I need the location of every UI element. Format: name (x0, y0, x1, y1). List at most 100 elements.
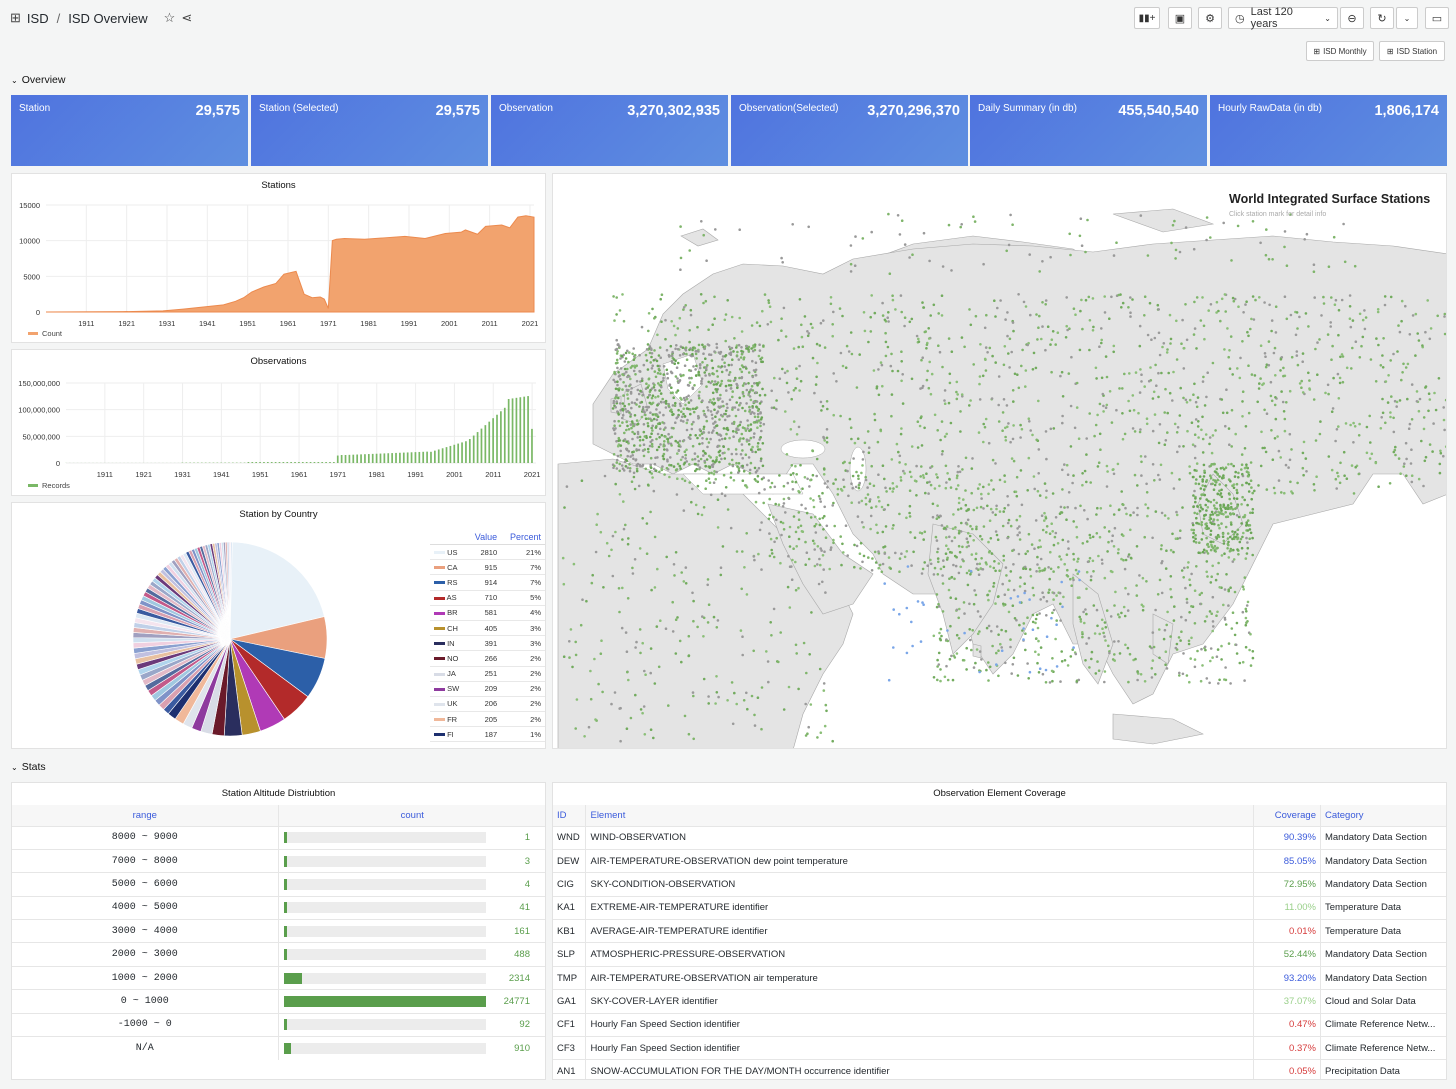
station-mark[interactable] (1388, 482, 1392, 485)
station-mark[interactable] (1222, 221, 1225, 225)
station-mark[interactable] (1249, 479, 1253, 483)
station-mark[interactable] (1013, 617, 1017, 620)
station-mark[interactable] (994, 361, 997, 364)
station-mark[interactable] (694, 352, 698, 356)
station-mark[interactable] (1076, 560, 1079, 563)
station-mark[interactable] (1028, 420, 1031, 423)
station-mark[interactable] (677, 449, 681, 453)
station-mark[interactable] (739, 420, 742, 424)
station-mark[interactable] (849, 270, 853, 273)
station-mark[interactable] (760, 477, 764, 481)
station-mark[interactable] (678, 464, 682, 468)
station-mark[interactable] (770, 548, 773, 552)
station-mark[interactable] (1270, 399, 1274, 403)
station-mark[interactable] (1246, 519, 1250, 522)
station-mark[interactable] (899, 479, 903, 482)
station-mark[interactable] (1273, 491, 1277, 495)
station-mark[interactable] (747, 371, 751, 374)
station-mark[interactable] (626, 454, 629, 458)
station-mark[interactable] (682, 412, 685, 416)
station-mark[interactable] (1178, 250, 1182, 254)
station-mark[interactable] (626, 409, 630, 413)
station-mark[interactable] (878, 563, 882, 567)
station-mark[interactable] (644, 673, 647, 676)
station-mark[interactable] (718, 438, 721, 442)
station-mark[interactable] (1379, 364, 1383, 367)
station-mark[interactable] (1224, 507, 1227, 511)
station-mark[interactable] (1201, 296, 1204, 299)
station-mark[interactable] (707, 344, 711, 347)
station-mark[interactable] (925, 343, 929, 347)
station-mark[interactable] (638, 369, 641, 373)
station-mark[interactable] (838, 307, 842, 310)
station-mark[interactable] (713, 408, 716, 411)
station-mark[interactable] (729, 471, 733, 475)
station-mark[interactable] (718, 433, 722, 437)
station-mark[interactable] (1112, 545, 1116, 548)
station-mark[interactable] (758, 528, 762, 532)
station-mark[interactable] (888, 272, 892, 275)
station-mark[interactable] (617, 371, 620, 374)
station-mark[interactable] (1000, 649, 1004, 652)
station-mark[interactable] (1155, 384, 1158, 387)
station-mark[interactable] (1224, 678, 1228, 682)
station-mark[interactable] (872, 369, 876, 372)
station-mark[interactable] (1133, 430, 1137, 433)
legend-row[interactable]: AS 710 5% (430, 590, 545, 606)
station-mark[interactable] (888, 487, 892, 490)
station-mark[interactable] (791, 480, 794, 484)
station-mark[interactable] (1197, 420, 1200, 423)
station-mark[interactable] (992, 488, 995, 491)
station-mark[interactable] (1229, 682, 1232, 685)
station-mark[interactable] (1231, 560, 1235, 563)
station-mark[interactable] (1100, 376, 1104, 380)
station-mark[interactable] (1208, 610, 1212, 613)
station-mark[interactable] (1202, 463, 1206, 467)
station-mark[interactable] (949, 596, 952, 599)
station-mark[interactable] (1377, 343, 1380, 347)
station-mark[interactable] (809, 516, 813, 519)
station-mark[interactable] (1101, 627, 1104, 630)
station-mark[interactable] (691, 691, 695, 694)
legend-row[interactable]: CA 915 7% (430, 559, 545, 576)
station-mark[interactable] (640, 379, 644, 383)
station-mark[interactable] (761, 442, 765, 445)
station-mark[interactable] (1044, 517, 1048, 520)
station-mark[interactable] (925, 378, 929, 382)
station-mark[interactable] (739, 437, 742, 440)
station-mark[interactable] (716, 498, 720, 502)
station-mark[interactable] (627, 450, 631, 453)
station-mark[interactable] (896, 369, 900, 373)
station-mark[interactable] (1011, 549, 1014, 552)
station-mark[interactable] (886, 316, 889, 319)
station-mark[interactable] (765, 650, 768, 653)
station-mark[interactable] (1170, 471, 1174, 475)
station-mark[interactable] (1036, 661, 1039, 665)
station-mark[interactable] (617, 343, 620, 346)
station-mark[interactable] (927, 492, 930, 495)
station-mark[interactable] (1274, 305, 1278, 308)
station-mark[interactable] (676, 462, 680, 466)
station-mark[interactable] (1160, 544, 1163, 547)
station-mark[interactable] (668, 355, 671, 358)
station-mark[interactable] (738, 316, 741, 320)
station-mark[interactable] (679, 458, 683, 462)
station-mark[interactable] (1403, 462, 1406, 466)
station-mark[interactable] (651, 445, 654, 448)
station-mark[interactable] (1273, 437, 1277, 440)
station-mark[interactable] (670, 371, 674, 375)
station-mark[interactable] (672, 427, 675, 430)
station-mark[interactable] (628, 463, 631, 466)
station-mark[interactable] (1082, 610, 1085, 614)
station-mark[interactable] (1223, 293, 1227, 296)
station-mark[interactable] (651, 476, 654, 479)
station-mark[interactable] (1169, 587, 1172, 591)
station-mark[interactable] (1331, 407, 1335, 410)
station-mark[interactable] (935, 517, 939, 520)
station-mark[interactable] (929, 483, 933, 487)
station-mark[interactable] (1200, 523, 1203, 527)
station-mark[interactable] (1091, 559, 1095, 563)
station-mark[interactable] (1120, 306, 1123, 309)
station-mark[interactable] (651, 424, 654, 428)
station-mark[interactable] (1072, 646, 1075, 649)
